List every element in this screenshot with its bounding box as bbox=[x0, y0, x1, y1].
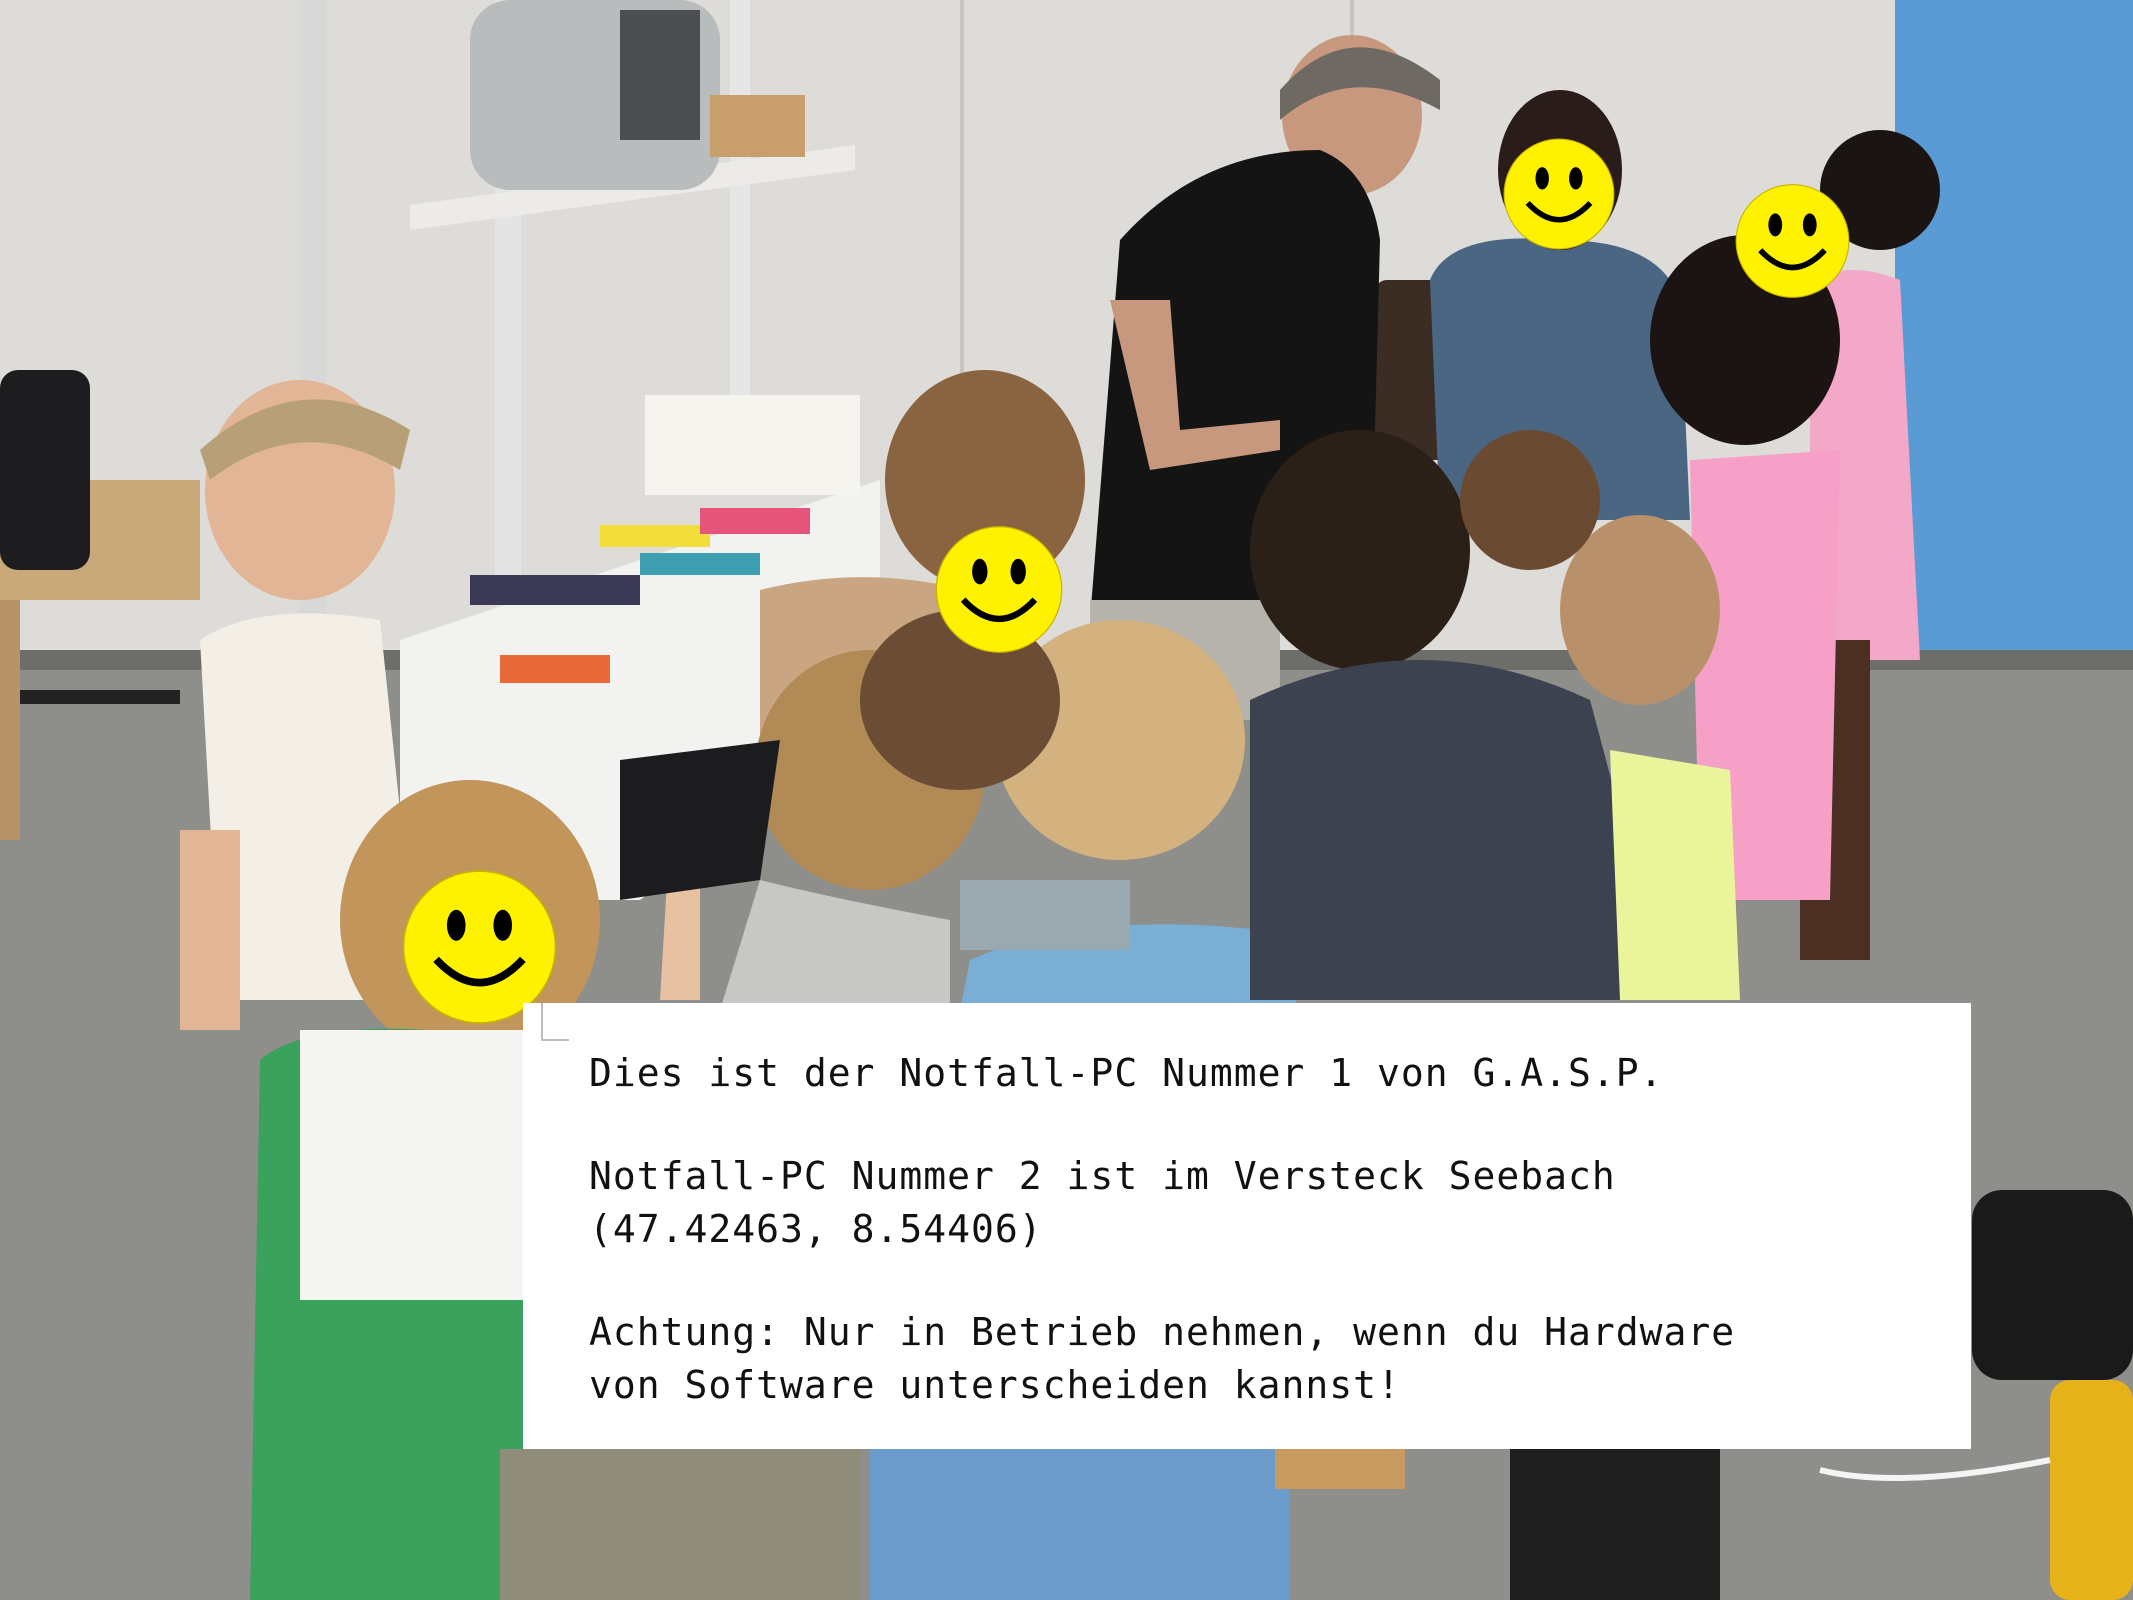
blue-wall bbox=[1895, 0, 2133, 710]
yellow-backpack bbox=[2050, 1380, 2133, 1600]
jeans bbox=[500, 1449, 860, 1600]
smiley-icon bbox=[1503, 138, 1615, 250]
page-corner-marker bbox=[541, 1003, 569, 1041]
note-line-5: von Software unterscheiden kannst! bbox=[589, 1363, 1401, 1407]
photo-scene: Dies ist der Notfall-PC Nummer 1 von G.A… bbox=[0, 0, 2133, 1600]
note-line-4: Achtung: Nur in Betrieb nehmen, wenn du … bbox=[589, 1310, 1736, 1354]
office-chair bbox=[0, 370, 90, 570]
text-note-panel: Dies ist der Notfall-PC Nummer 1 von G.A… bbox=[523, 1003, 1971, 1449]
blue-jeans bbox=[870, 1449, 1290, 1600]
neon-yellow-shirt bbox=[1610, 750, 1740, 1000]
black-backpack bbox=[1972, 1190, 2133, 1380]
note-line-2: Notfall-PC Nummer 2 ist im Versteck Seeb… bbox=[589, 1154, 1616, 1198]
smiley-icon bbox=[935, 526, 1063, 653]
note-line-3: (47.42463, 8.54406) bbox=[589, 1207, 1043, 1251]
note-line-1: Dies ist der Notfall-PC Nummer 1 von G.A… bbox=[589, 1051, 1664, 1095]
smiley-icon bbox=[1735, 184, 1850, 298]
